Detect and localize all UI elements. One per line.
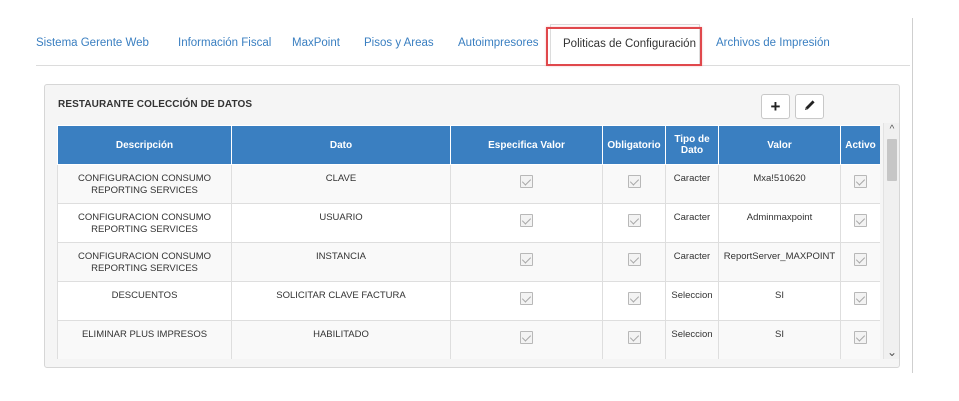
checkbox[interactable] bbox=[627, 214, 641, 227]
cell-dato: SOLICITAR CLAVE FACTURA bbox=[231, 281, 451, 321]
cell-dato: HABILITADO bbox=[231, 320, 451, 359]
tab-maxpoint[interactable]: MaxPoint bbox=[292, 24, 340, 65]
checkbox[interactable] bbox=[627, 253, 641, 266]
cell-activo bbox=[840, 203, 880, 243]
data-grid: Descripción Dato Especifica Valor Obliga… bbox=[57, 125, 880, 359]
plus-icon: + bbox=[770, 97, 781, 116]
table-header-row: Descripción Dato Especifica Valor Obliga… bbox=[57, 125, 880, 165]
cell-activo bbox=[840, 164, 880, 204]
column-header-descripcion[interactable]: Descripción bbox=[57, 125, 232, 165]
edit-button[interactable] bbox=[795, 94, 824, 119]
cell-dato: CLAVE bbox=[231, 164, 451, 204]
cell-especifica-valor bbox=[450, 203, 603, 243]
checkbox[interactable] bbox=[520, 175, 533, 188]
checkbox[interactable] bbox=[520, 253, 533, 266]
cell-tipo-de-dato: Seleccion bbox=[665, 320, 719, 359]
cell-tipo-de-dato: Caracter bbox=[665, 203, 719, 243]
tab-informacion-fiscal[interactable]: Información Fiscal bbox=[178, 24, 271, 65]
vertical-scrollbar[interactable]: ^ ⌄ bbox=[883, 123, 899, 359]
checkbox[interactable] bbox=[520, 331, 533, 344]
column-header-valor[interactable]: Valor bbox=[718, 125, 841, 165]
column-header-obligatorio[interactable]: Obligatorio bbox=[602, 125, 666, 165]
tab-archivos-de-impresion[interactable]: Archivos de Impresión bbox=[716, 24, 830, 65]
checkbox[interactable] bbox=[627, 292, 641, 305]
cell-especifica-valor bbox=[450, 281, 603, 321]
cell-dato: USUARIO bbox=[231, 203, 451, 243]
checkbox[interactable] bbox=[854, 214, 867, 227]
checkbox[interactable] bbox=[627, 175, 641, 188]
cell-activo bbox=[840, 320, 880, 359]
page-divider bbox=[912, 18, 913, 373]
cell-tipo-de-dato: Caracter bbox=[665, 164, 719, 204]
cell-especifica-valor bbox=[450, 320, 603, 359]
column-header-activo[interactable]: Activo bbox=[840, 125, 880, 165]
cell-tipo-de-dato: Caracter bbox=[665, 242, 719, 282]
cell-valor: Mxa!510620 bbox=[718, 164, 841, 204]
checkbox[interactable] bbox=[520, 214, 533, 227]
cell-activo bbox=[840, 281, 880, 321]
cell-especifica-valor bbox=[450, 164, 603, 204]
checkbox[interactable] bbox=[854, 253, 867, 266]
tab-autoimpresores[interactable]: Autoimpresores bbox=[458, 24, 539, 65]
cell-tipo-de-dato: Seleccion bbox=[665, 281, 719, 321]
chevron-up-icon[interactable]: ^ bbox=[884, 123, 899, 137]
table-row[interactable]: CONFIGURACION CONSUMO REPORTING SERVICES… bbox=[57, 203, 880, 243]
tab-bar: Sistema Gerente Web Información Fiscal M… bbox=[36, 24, 910, 66]
table-row[interactable]: ELIMINAR PLUS IMPRESOS HABILITADO Seleccio… bbox=[57, 320, 880, 359]
cell-activo bbox=[840, 242, 880, 282]
scrollbar-thumb[interactable] bbox=[887, 139, 897, 181]
cell-valor: SI bbox=[718, 320, 841, 359]
tab-pisos-y-areas[interactable]: Pisos y Areas bbox=[364, 24, 434, 65]
checkbox[interactable] bbox=[854, 292, 867, 305]
checkbox[interactable] bbox=[854, 331, 867, 344]
cell-obligatorio bbox=[602, 164, 666, 204]
column-header-tipo-de-dato[interactable]: Tipo de Dato bbox=[665, 125, 719, 165]
cell-obligatorio bbox=[602, 320, 666, 359]
table-row[interactable]: CONFIGURACION CONSUMO REPORTING SERVICES… bbox=[57, 164, 880, 204]
cell-dato: INSTANCIA bbox=[231, 242, 451, 282]
table-row[interactable]: CONFIGURACION CONSUMO REPORTING SERVICES… bbox=[57, 242, 880, 282]
cell-valor: Adminmaxpoint bbox=[718, 203, 841, 243]
cell-descripcion: CONFIGURACION CONSUMO REPORTING SERVICES bbox=[57, 242, 232, 282]
add-button[interactable]: + bbox=[761, 94, 790, 119]
column-header-especifica-valor[interactable]: Especifica Valor bbox=[450, 125, 603, 165]
cell-descripcion: CONFIGURACION CONSUMO REPORTING SERVICES bbox=[57, 203, 232, 243]
pencil-icon bbox=[804, 99, 816, 114]
tab-sistema-gerente-web[interactable]: Sistema Gerente Web bbox=[36, 24, 149, 65]
data-collection-panel: RESTAURANTE COLECCIÓN DE DATOS + Descrip… bbox=[44, 84, 900, 368]
cell-obligatorio bbox=[602, 281, 666, 321]
cell-descripcion: ELIMINAR PLUS IMPRESOS bbox=[57, 320, 232, 359]
cell-descripcion: DESCUENTOS bbox=[57, 281, 232, 321]
checkbox[interactable] bbox=[854, 175, 867, 188]
cell-valor: SI bbox=[718, 281, 841, 321]
chevron-down-icon[interactable]: ⌄ bbox=[884, 345, 899, 359]
checkbox[interactable] bbox=[520, 292, 533, 305]
cell-obligatorio bbox=[602, 242, 666, 282]
panel-title: RESTAURANTE COLECCIÓN DE DATOS bbox=[58, 99, 253, 110]
cell-descripcion: CONFIGURACION CONSUMO REPORTING SERVICES bbox=[57, 164, 232, 204]
cell-obligatorio bbox=[602, 203, 666, 243]
table-row[interactable]: DESCUENTOS SOLICITAR CLAVE FACTURA Selecci… bbox=[57, 281, 880, 321]
cell-valor: ReportServer_MAXPOINT bbox=[718, 242, 841, 282]
cell-especifica-valor bbox=[450, 242, 603, 282]
tab-politicas-de-configuracion[interactable]: Politicas de Configuración bbox=[550, 24, 700, 66]
column-header-dato[interactable]: Dato bbox=[231, 125, 451, 165]
checkbox[interactable] bbox=[627, 331, 641, 344]
